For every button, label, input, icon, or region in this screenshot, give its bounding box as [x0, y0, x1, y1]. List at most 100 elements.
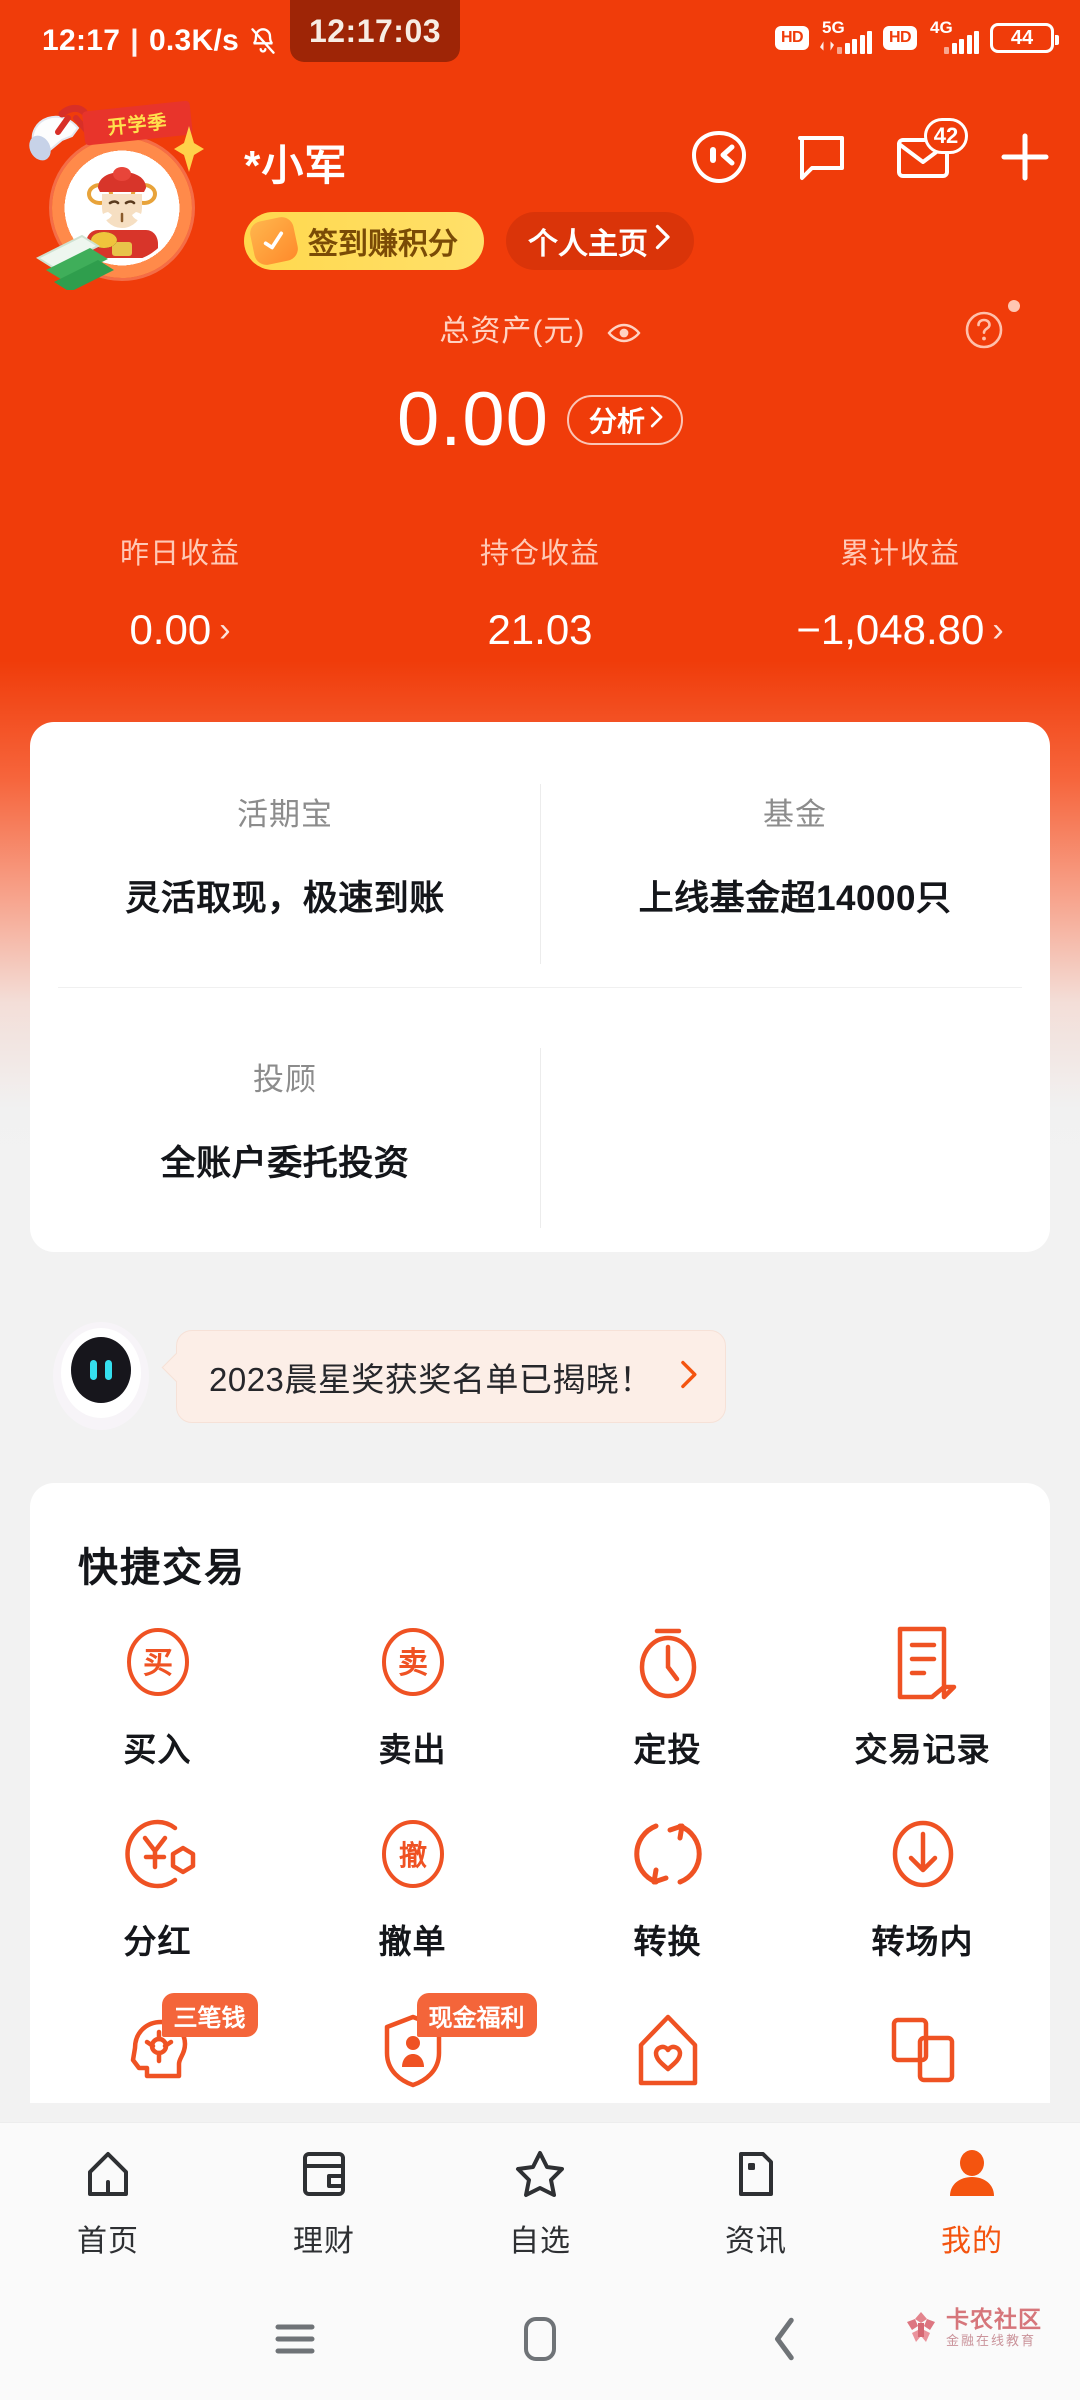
earnings-label: 昨日收益	[119, 538, 240, 570]
announcement-banner[interactable]: 2023晨星奖获奖名单已揭晓！	[176, 1330, 726, 1423]
product-cell-empty	[540, 987, 1050, 1252]
product-cell-huoqibao[interactable]: 活期宝 灵活取现，极速到账	[30, 722, 540, 987]
chat-bubble-icon[interactable]	[792, 128, 850, 186]
tab-label: 首页	[77, 2224, 139, 2258]
time-toast: 12:17:03	[290, 0, 460, 62]
avatar[interactable]: 开学季	[14, 100, 224, 300]
total-assets-label: 总资产(元)	[0, 306, 1080, 353]
quick-trade-card: 快捷交易 买 买入 卖 卖出 定投 交易记录 分红 撤 撤单 转换 转场内 三笔…	[30, 1483, 1050, 2103]
stopwatch-icon	[629, 1623, 707, 1701]
mail-icon[interactable]: 42	[894, 118, 968, 186]
earnings-row: 昨日收益 0.00 › 持仓收益 21.03 累计收益 −1,048.80 ›	[0, 530, 1080, 654]
analysis-label: 分析	[588, 406, 645, 437]
header-icon-row: 42	[690, 118, 1054, 186]
quick-trade-row-3: 三笔钱 现金福利	[30, 1993, 1050, 2103]
quick-trade-row-1: 买 买入 卖 卖出 定投 交易记录	[30, 1623, 1050, 1771]
data-arrows-icon	[820, 39, 834, 53]
tab-mine[interactable]: 我的	[864, 2146, 1080, 2260]
quick-trade-house-heart[interactable]	[540, 2011, 795, 2103]
tab-label: 我的	[941, 2224, 1003, 2258]
recents-icon[interactable]	[260, 2308, 330, 2370]
earnings-item-holding[interactable]: 持仓收益 21.03	[360, 530, 720, 654]
svg-text:买: 买	[143, 1647, 173, 1680]
product-cell-fund[interactable]: 基金 上线基金超14000只	[540, 722, 1050, 987]
home-square-icon[interactable]	[505, 2308, 575, 2370]
earnings-label: 持仓收益	[479, 538, 600, 570]
eye-icon[interactable]	[607, 319, 641, 353]
news-icon	[728, 2146, 784, 2202]
personal-homepage-button[interactable]: 个人主页	[506, 212, 694, 270]
quick-trade-convert[interactable]: 转换	[540, 1815, 795, 1963]
tab-news[interactable]: 资讯	[648, 2146, 864, 2260]
quick-trade-label: 转场内	[871, 1923, 974, 1960]
quick-trade-label: 定投	[633, 1731, 702, 1768]
receipt-icon	[884, 1623, 962, 1701]
earnings-item-total[interactable]: 累计收益 −1,048.80 ›	[720, 530, 1080, 654]
earnings-value-wrap: −1,048.80 ›	[720, 606, 1080, 654]
chevron-right-icon	[647, 404, 665, 437]
tab-finance[interactable]: 理财	[216, 2146, 432, 2260]
quick-trade-label: 分红	[123, 1923, 192, 1960]
tab-home[interactable]: 首页	[0, 2146, 216, 2260]
question-circle-icon[interactable]	[962, 308, 1006, 352]
two-cards-icon	[884, 2011, 962, 2089]
battery-level: 44	[1010, 27, 1034, 49]
signin-button[interactable]: 签到赚积分	[244, 212, 484, 270]
quick-trade-buy[interactable]: 买 买入	[30, 1623, 285, 1771]
svg-text:撤: 撤	[398, 1839, 426, 1871]
ai-assistant-icon[interactable]	[690, 128, 748, 186]
product-card: 活期宝 灵活取现，极速到账 基金 上线基金超14000只 投顾 全账户委托投资	[30, 722, 1050, 1252]
signal-group-1: 5G	[820, 18, 872, 54]
quick-trade-cash-benefit[interactable]: 现金福利	[285, 1993, 540, 2103]
quick-trade-records[interactable]: 交易记录	[795, 1623, 1050, 1771]
chevron-right-icon: ›	[992, 610, 1004, 649]
earnings-value-wrap: 21.03	[360, 606, 720, 654]
earnings-item-yesterday[interactable]: 昨日收益 0.00 ›	[0, 530, 360, 654]
plus-icon[interactable]	[996, 128, 1054, 186]
signal-group-2: 4G	[928, 18, 979, 54]
quick-trade-three-funds[interactable]: 三笔钱	[30, 1993, 285, 2103]
quick-trade-label: 交易记录	[854, 1731, 991, 1768]
product-subtitle: 灵活取现，极速到账	[125, 878, 445, 918]
chevron-right-icon	[677, 1357, 699, 1396]
quick-trade-dividend[interactable]: 分红	[30, 1815, 285, 1963]
product-grid: 活期宝 灵活取现，极速到账 基金 上线基金超14000只 投顾 全账户委托投资	[30, 722, 1050, 1252]
signin-label: 签到赚积分	[308, 228, 458, 261]
quick-trade-cancel-order[interactable]: 撤 撤单	[285, 1815, 540, 1963]
earnings-value: −1,048.80	[796, 606, 985, 653]
person-icon	[944, 2146, 1000, 2202]
house-heart-icon	[629, 2011, 707, 2089]
quick-trade-label: 买入	[123, 1731, 192, 1768]
robot-assistant-icon[interactable]	[46, 1318, 156, 1433]
quick-trade-sell[interactable]: 卖 卖出	[285, 1623, 540, 1771]
chevron-right-icon	[652, 222, 672, 260]
header-chip-row: 签到赚积分 个人主页	[244, 212, 694, 270]
earnings-label: 累计收益	[839, 538, 960, 570]
app-root: 12:17 | 0.3K/s HD 5G HD 4G 44 12:17:03 开…	[0, 0, 1080, 2400]
status-bar: 12:17 | 0.3K/s HD 5G HD 4G 44 12:17:03	[0, 0, 1080, 78]
sell-circle-icon: 卖	[374, 1623, 452, 1701]
help-notification-dot	[1008, 300, 1020, 312]
quick-trade-sip[interactable]: 定投	[540, 1623, 795, 1771]
battery-indicator: 44	[990, 23, 1059, 53]
chevron-right-icon: ›	[219, 610, 231, 649]
tab-label: 理财	[293, 2224, 355, 2258]
quick-trade-title: 快捷交易	[78, 1546, 246, 1590]
quick-trade-two-cards[interactable]	[795, 2011, 1050, 2103]
product-subtitle: 上线基金超14000只	[638, 878, 952, 918]
sparkle-icon	[174, 126, 204, 172]
home-icon	[80, 2146, 136, 2202]
wallet-icon	[296, 2146, 352, 2202]
total-assets-text: 总资产(元)	[439, 315, 586, 348]
product-cell-advisory[interactable]: 投顾 全账户委托投资	[30, 987, 540, 1252]
quick-trade-badge: 现金福利	[416, 1993, 537, 2037]
tab-watchlist[interactable]: 自选	[432, 2146, 648, 2260]
status-bar-right: HD 5G HD 4G 44	[775, 18, 1059, 54]
quick-trade-transfer-in[interactable]: 转场内	[795, 1815, 1050, 1963]
back-chevron-icon[interactable]	[750, 2308, 820, 2370]
mail-unread-badge: 42	[924, 118, 968, 154]
analysis-button[interactable]: 分析	[566, 395, 683, 445]
tab-label: 自选	[509, 2224, 571, 2258]
quick-trade-grid: 买 买入 卖 卖出 定投 交易记录 分红 撤 撤单 转换 转场内 三笔钱 现金福…	[30, 1623, 1050, 2103]
books-icon	[36, 234, 114, 290]
